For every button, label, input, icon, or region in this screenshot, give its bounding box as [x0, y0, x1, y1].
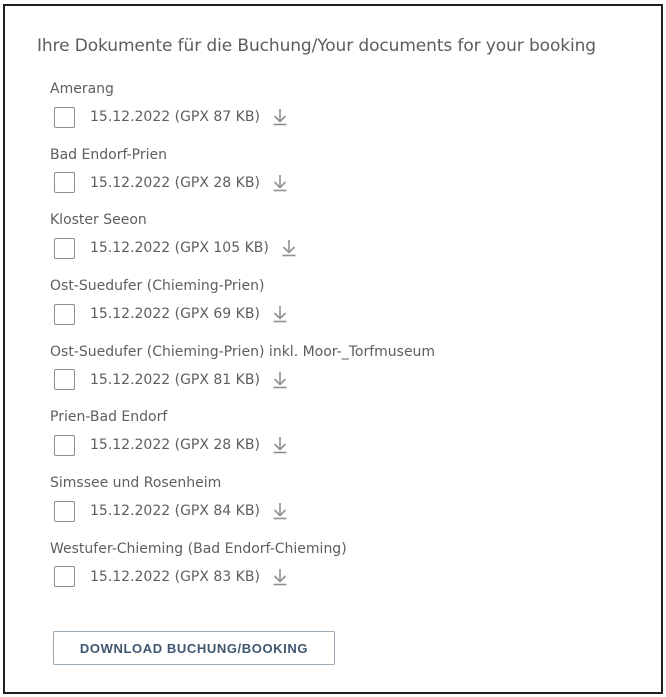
document-name: Ost-Suedufer (Chieming-Prien) inkl. Moor… — [50, 343, 436, 360]
document-file-row: 15.12.2022 (GPX 84 KB) — [50, 499, 288, 523]
select-checkbox[interactable] — [54, 500, 75, 522]
download-arrow-icon[interactable] — [272, 568, 288, 586]
page-title: Ihre Dokumente für die Buchung/Your docu… — [37, 36, 596, 56]
download-arrow-icon[interactable] — [272, 174, 288, 192]
select-checkbox[interactable] — [54, 172, 75, 194]
download-booking-button[interactable]: DOWNLOAD BUCHUNG/BOOKING — [53, 631, 335, 665]
download-arrow-icon[interactable] — [272, 502, 288, 520]
document-name: Westufer-Chieming (Bad Endorf-Chieming) — [50, 540, 347, 557]
download-arrow-icon[interactable] — [272, 305, 288, 323]
download-arrow-icon[interactable] — [272, 371, 288, 389]
document-name: Amerang — [50, 81, 114, 97]
file-info: 15.12.2022 (GPX 87 KB) — [90, 109, 260, 125]
download-arrow-icon[interactable] — [272, 436, 288, 454]
select-checkbox[interactable] — [54, 106, 75, 128]
file-info: 15.12.2022 (GPX 84 KB) — [90, 503, 260, 520]
document-file-row: 15.12.2022 (GPX 87 KB) — [50, 105, 288, 129]
select-checkbox[interactable] — [54, 303, 75, 325]
document-name: Simssee und Rosenheim — [50, 475, 222, 492]
document-file-row: 15.12.2022 (GPX 81 KB) — [50, 368, 288, 392]
download-arrow-icon[interactable] — [272, 108, 288, 126]
file-info: 15.12.2022 (GPX 83 KB) — [90, 568, 260, 585]
file-info: 15.12.2022 (GPX 105 KB) — [90, 240, 269, 257]
file-info: 15.12.2022 (GPX 69 KB) — [90, 306, 260, 323]
select-checkbox[interactable] — [54, 237, 75, 259]
document-file-row: 15.12.2022 (GPX 105 KB) — [50, 236, 297, 260]
document-file-row: 15.12.2022 (GPX 28 KB) — [50, 433, 288, 457]
document-name: Prien-Bad Endorf — [50, 409, 168, 426]
download-arrow-icon[interactable] — [281, 239, 297, 257]
documents-panel: Ihre Dokumente für die Buchung/Your docu… — [3, 4, 663, 694]
document-name: Ost-Suedufer (Chieming-Prien) — [50, 278, 265, 295]
document-file-row: 15.12.2022 (GPX 28 KB) — [50, 171, 288, 195]
file-info: 15.12.2022 (GPX 28 KB) — [90, 174, 260, 191]
file-info: 15.12.2022 (GPX 81 KB) — [90, 371, 260, 388]
select-checkbox[interactable] — [54, 369, 75, 391]
document-name: Bad Endorf-Prien — [50, 146, 167, 163]
document-file-row: 15.12.2022 (GPX 83 KB) — [50, 565, 288, 589]
document-file-row: 15.12.2022 (GPX 69 KB) — [50, 302, 288, 326]
select-checkbox[interactable] — [54, 566, 75, 588]
select-checkbox[interactable] — [54, 434, 75, 456]
document-name: Kloster Seeon — [50, 212, 147, 229]
file-info: 15.12.2022 (GPX 28 KB) — [90, 437, 260, 454]
